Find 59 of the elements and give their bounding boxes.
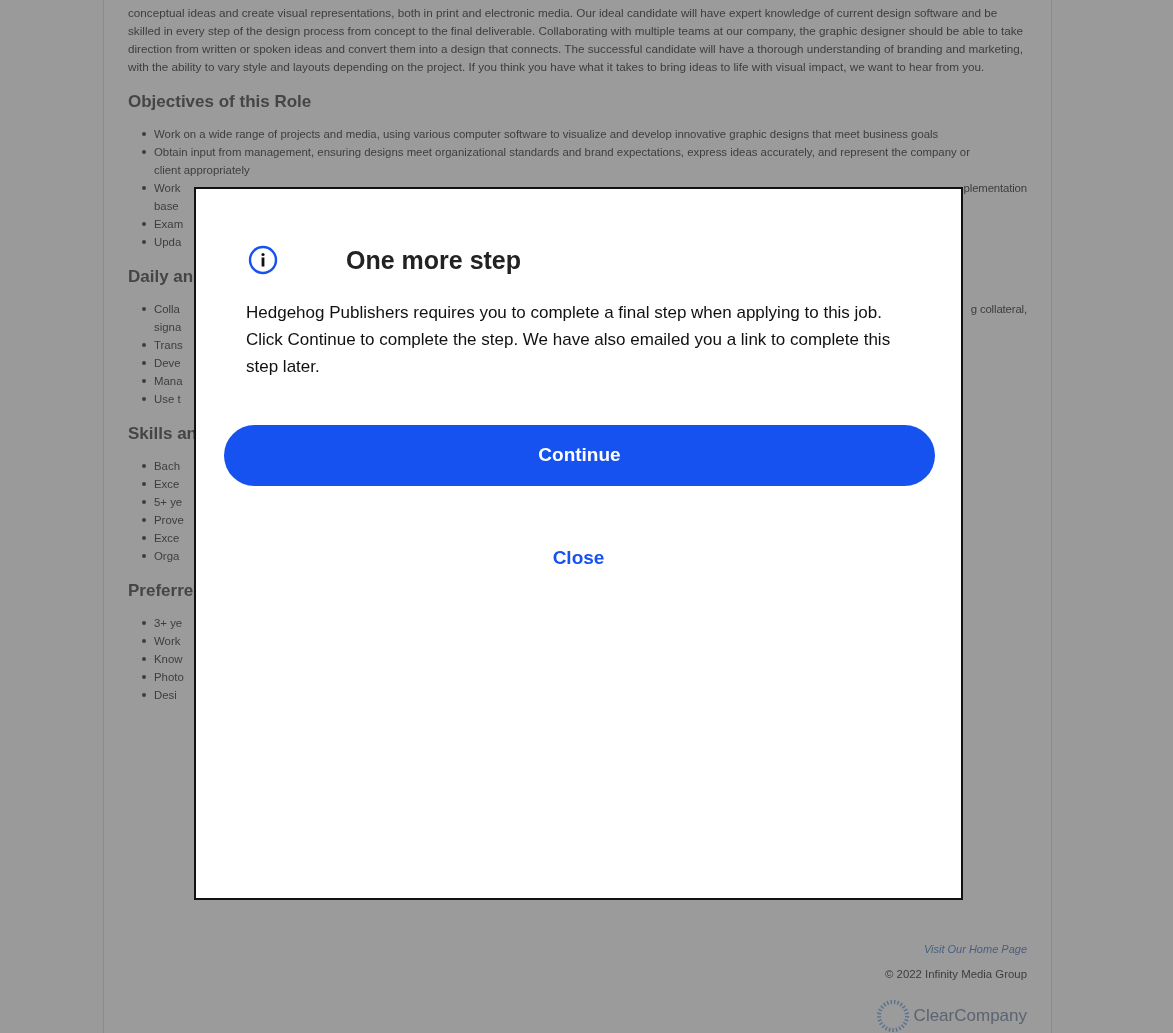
list-item-text: Know bbox=[154, 652, 183, 667]
continue-button[interactable]: Continue bbox=[224, 425, 935, 486]
section-heading: Daily an bbox=[128, 266, 194, 288]
list-item-text: Desi bbox=[154, 688, 177, 703]
list-item-text: Bach bbox=[154, 459, 180, 474]
list-item-text: Trans bbox=[154, 338, 183, 353]
bullet-icon bbox=[142, 186, 146, 190]
list-item-text: 3+ ye bbox=[154, 616, 183, 631]
list-item-text: Mana bbox=[154, 374, 183, 389]
list-item-text: Exce bbox=[154, 477, 180, 492]
list-item-text: Use t bbox=[154, 392, 181, 407]
bullet-icon bbox=[142, 240, 146, 244]
intro-paragraph: conceptual ideas and create visual representations, both in print and electronic media. Our ideal candidate will have expert knowledge of current design software and be skilled in every step of the design process from concept to the final deliverable. Collaborating with multiple teams at our company, the graphic designer should be able to take direction from written or spoken ideas and convert them into a design that connects. The successful candidate will have a thorough understanding of branding and marketing, with the ability to vary style and layouts depending on the project. If you think you have what it takes to bring ideas to life with visual impact, we want to hear from you. bbox=[128, 5, 1025, 75]
bullet-icon bbox=[142, 518, 146, 522]
bullet-icon bbox=[142, 150, 146, 154]
section-heading: Objectives of this Role bbox=[128, 91, 312, 113]
bullet-icon bbox=[142, 464, 146, 468]
section-heading: Preferre bbox=[128, 580, 194, 602]
list-item-text: client appropriately bbox=[154, 163, 250, 178]
list-item-text: Upda bbox=[154, 235, 182, 250]
list-item-text: 5+ ye bbox=[154, 495, 183, 510]
bullet-icon bbox=[142, 361, 146, 365]
dialog-message: Hedgehog Publishers requires you to complete a final step when applying to this job. Click Continue to complete the step. We have also emailed you a link to complete this step later. bbox=[246, 302, 892, 378]
copyright-text: © 2022 Infinity Media Group bbox=[885, 967, 1027, 980]
list-item-text: Deve bbox=[154, 356, 181, 371]
bullet-icon bbox=[142, 132, 146, 136]
list-item-text: Prove bbox=[154, 513, 184, 528]
brand-name: ClearCompany bbox=[913, 1005, 1027, 1028]
list-item-text: Colla bbox=[154, 302, 180, 317]
bullet-icon bbox=[142, 307, 146, 311]
info-icon bbox=[248, 245, 278, 275]
list-item-text: Orga bbox=[154, 549, 180, 564]
list-item-text: Work bbox=[154, 181, 181, 196]
bullet-icon bbox=[142, 343, 146, 347]
close-button[interactable]: Close bbox=[552, 544, 605, 573]
bullet-icon bbox=[142, 639, 146, 643]
bullet-icon bbox=[142, 675, 146, 679]
list-item-text: Work on a wide range of projects and media, using various computer software to visualize and develop innovative graphic designs that meet business goals bbox=[154, 127, 939, 142]
bullet-icon bbox=[142, 554, 146, 558]
list-item-text: Obtain input from management, ensuring designs meet organizational standards and brand expectations, express ideas accurately, and represent the company or bbox=[154, 145, 970, 160]
bullet-icon bbox=[142, 222, 146, 226]
list-item-text: base bbox=[154, 199, 179, 214]
list-item-text: g collateral, bbox=[970, 302, 1027, 317]
list-item-text: Exce bbox=[154, 531, 180, 546]
list-item-text: Exam bbox=[154, 217, 184, 232]
bullet-icon bbox=[142, 693, 146, 697]
bullet-icon bbox=[142, 536, 146, 540]
bullet-icon bbox=[142, 379, 146, 383]
bullet-icon bbox=[142, 621, 146, 625]
list-item-text: plementation bbox=[963, 181, 1027, 196]
bullet-icon bbox=[142, 397, 146, 401]
bullet-icon bbox=[142, 657, 146, 661]
list-item-text: Photo bbox=[154, 670, 184, 685]
list-item-text: Work bbox=[154, 634, 181, 649]
bullet-icon bbox=[142, 482, 146, 486]
logo-icon bbox=[875, 999, 910, 1033]
bullet-icon bbox=[142, 500, 146, 504]
dialog-title: One more step bbox=[346, 245, 522, 275]
list-item-text: signa bbox=[154, 320, 182, 335]
